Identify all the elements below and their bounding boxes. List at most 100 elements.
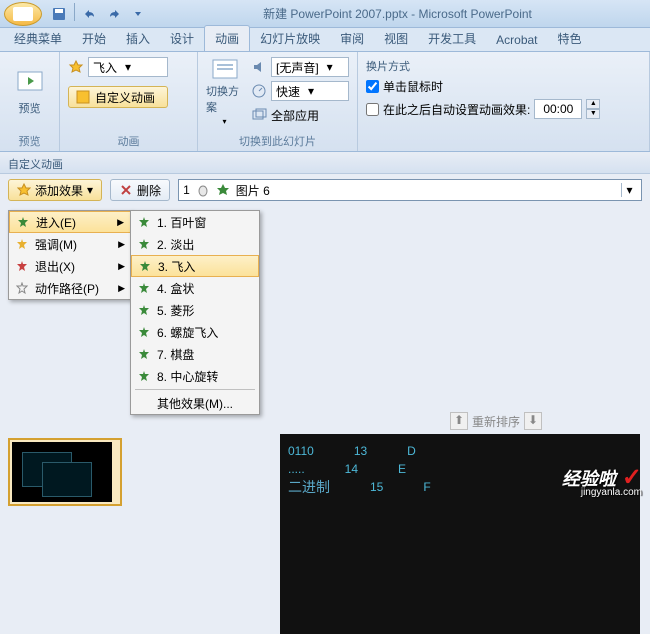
- effect-spiral[interactable]: 6. 螺旋飞入: [131, 321, 259, 343]
- group-preview: 预览: [0, 133, 59, 149]
- effect-blinds[interactable]: 1. 百叶窗: [131, 211, 259, 233]
- undo-icon[interactable]: [79, 3, 101, 25]
- tab-design[interactable]: 设计: [160, 26, 204, 51]
- auto-after-checkbox[interactable]: [366, 103, 379, 116]
- auto-after-label: 在此之后自动设置动画效果:: [383, 101, 530, 118]
- tab-review[interactable]: 审阅: [330, 26, 374, 51]
- speed-combo[interactable]: 快速 ▾: [271, 81, 349, 101]
- reorder-down-button[interactable]: ⬇: [524, 412, 542, 430]
- effect-fade[interactable]: 2. 淡出: [131, 233, 259, 255]
- effect-diamond[interactable]: 5. 菱形: [131, 299, 259, 321]
- effect-checker[interactable]: 7. 棋盘: [131, 343, 259, 365]
- mouse-icon: [196, 183, 210, 197]
- reorder-label: 重新排序: [472, 413, 520, 430]
- entrance-star-icon: [137, 369, 151, 383]
- qat-dropdown-icon[interactable]: [127, 3, 149, 25]
- on-click-label: 单击鼠标时: [383, 78, 443, 95]
- effect-type-menu: 进入(E) ▶ 强调(M) ▶ 退出(X) ▶ 动作路径(P) ▶: [8, 210, 132, 300]
- effect-box[interactable]: 4. 盒状: [131, 277, 259, 299]
- group-transition: 切换到此幻灯片: [198, 133, 357, 149]
- tab-animation[interactable]: 动画: [204, 25, 250, 51]
- chevron-right-icon: ▶: [117, 217, 124, 228]
- redo-icon[interactable]: [103, 3, 125, 25]
- effect-label: 图片 6: [236, 182, 270, 199]
- tab-classic[interactable]: 经典菜单: [4, 26, 72, 51]
- sound-combo[interactable]: [无声音] ▾: [271, 57, 349, 77]
- pane-title: 自定义动画: [0, 152, 650, 174]
- on-click-checkbox[interactable]: [366, 80, 379, 93]
- animation-value: 飞入: [93, 59, 117, 76]
- menu-emphasis[interactable]: 强调(M) ▶: [9, 233, 131, 255]
- time-input[interactable]: [534, 99, 582, 119]
- sound-value: [无声音]: [276, 59, 319, 76]
- time-up-button[interactable]: ▲: [586, 99, 600, 109]
- trans-scheme-label: 切换方案: [206, 83, 243, 115]
- office-button[interactable]: [4, 2, 42, 26]
- chevron-right-icon: ▶: [118, 283, 125, 294]
- exit-star-icon: [15, 259, 29, 273]
- speed-icon: [251, 83, 267, 99]
- effect-flyin[interactable]: 3. 飞入: [131, 255, 259, 277]
- entrance-star-icon: [137, 325, 151, 339]
- delete-icon: [119, 183, 133, 197]
- chevron-down-icon: ▾: [121, 60, 135, 74]
- reorder-up-button[interactable]: ⬆: [450, 412, 468, 430]
- emphasis-star-icon: [15, 237, 29, 251]
- delete-button[interactable]: 删除: [110, 179, 170, 201]
- chevron-down-icon: ▾: [222, 117, 226, 126]
- watermark-url: jingyanla.com: [581, 487, 642, 498]
- apply-all-icon: [251, 107, 267, 123]
- effect-list-item[interactable]: 1 图片 6 ▾: [178, 179, 642, 201]
- menu-motion-label: 动作路径(P): [35, 280, 99, 297]
- entrance-star-icon: [138, 259, 152, 273]
- menu-entrance[interactable]: 进入(E) ▶: [9, 211, 131, 233]
- time-down-button[interactable]: ▼: [586, 109, 600, 119]
- custom-anim-icon: [75, 89, 91, 105]
- motion-star-icon: [15, 281, 29, 295]
- tab-developer[interactable]: 开发工具: [418, 26, 486, 51]
- slide-thumbnail[interactable]: 2: [8, 438, 122, 506]
- entrance-star-icon: [16, 215, 30, 229]
- separator: [74, 3, 75, 21]
- menu-emphasis-label: 强调(M): [35, 236, 77, 253]
- preview-label: 预览: [19, 100, 41, 116]
- add-effect-button[interactable]: 添加效果 ▾: [8, 179, 102, 201]
- more-effects[interactable]: 其他效果(M)...: [131, 392, 259, 414]
- tab-insert[interactable]: 插入: [116, 26, 160, 51]
- effect-num: 1: [183, 183, 190, 197]
- chevron-down-icon[interactable]: ▾: [621, 183, 637, 197]
- preview-button[interactable]: 预览: [8, 56, 51, 126]
- chevron-down-icon: ▾: [87, 183, 93, 197]
- entrance-star-icon: [137, 215, 151, 229]
- window-title: 新建 PowerPoint 2007.pptx - Microsoft Powe…: [149, 5, 646, 22]
- entrance-star-icon: [137, 347, 151, 361]
- apply-all-label: 全部应用: [271, 107, 319, 124]
- entrance-star-icon: [137, 281, 151, 295]
- chevron-right-icon: ▶: [118, 261, 125, 272]
- sound-icon: [251, 59, 267, 75]
- effect-spin[interactable]: 8. 中心旋转: [131, 365, 259, 387]
- tab-extra[interactable]: 特色: [548, 26, 592, 51]
- animation-combo[interactable]: 飞入 ▾: [88, 57, 168, 77]
- advance-method-label: 换片方式: [366, 58, 641, 74]
- save-icon[interactable]: [48, 3, 70, 25]
- entrance-submenu: 1. 百叶窗 2. 淡出 3. 飞入 4. 盒状 5. 菱形 6. 螺旋飞入 7…: [130, 210, 260, 415]
- apply-all-button[interactable]: 全部应用: [251, 104, 349, 126]
- menu-motion[interactable]: 动作路径(P) ▶: [9, 277, 131, 299]
- custom-animation-button[interactable]: 自定义动画: [68, 86, 168, 108]
- chevron-down-icon: ▾: [323, 60, 337, 74]
- entrance-star-icon: [137, 303, 151, 317]
- tab-acrobat[interactable]: Acrobat: [486, 29, 547, 51]
- menu-exit-label: 退出(X): [35, 258, 75, 275]
- tab-view[interactable]: 视图: [374, 26, 418, 51]
- tab-home[interactable]: 开始: [72, 26, 116, 51]
- menu-entrance-label: 进入(E): [36, 214, 76, 231]
- transition-scheme-button[interactable]: 切换方案 ▾: [206, 56, 243, 126]
- entrance-star-icon: [216, 183, 230, 197]
- entrance-star-icon: [137, 237, 151, 251]
- add-effect-label: 添加效果: [35, 182, 83, 199]
- menu-exit[interactable]: 退出(X) ▶: [9, 255, 131, 277]
- star-icon: [17, 183, 31, 197]
- chevron-down-icon: ▾: [304, 84, 318, 98]
- tab-slideshow[interactable]: 幻灯片放映: [250, 26, 330, 51]
